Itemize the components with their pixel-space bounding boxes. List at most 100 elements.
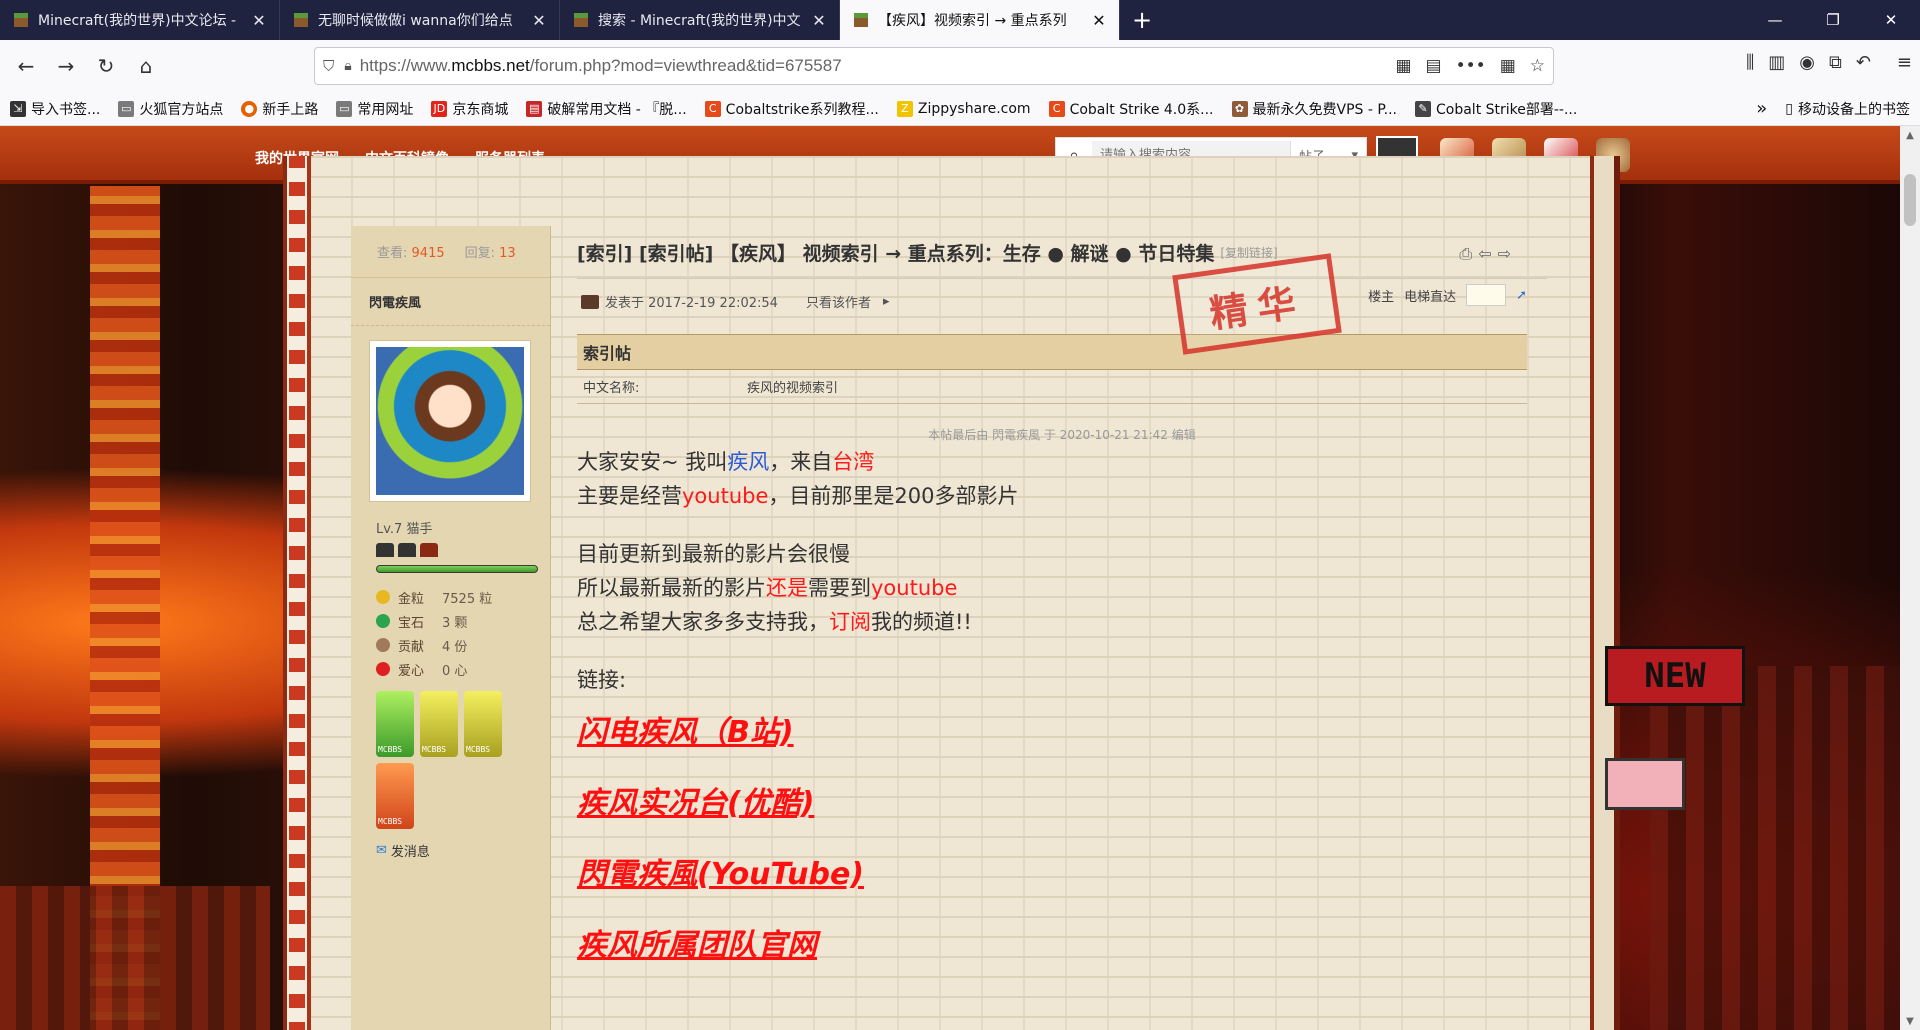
csdn-icon: C: [1048, 100, 1065, 117]
views-label: 查看:: [377, 246, 408, 261]
new-tab-button[interactable]: +: [1120, 0, 1164, 40]
jump-icon[interactable]: ➚: [1516, 288, 1527, 303]
thread-tools: ⎙ ⇦ ⇨: [1459, 244, 1511, 264]
author-column: 查看: 9415 回复: 13 閃電疾風 Lv.7 猫手 金粒 7525 粒 宝石…: [351, 226, 551, 1030]
jd-icon: JD: [431, 100, 448, 117]
medal-furnace-icon[interactable]: MCBBS: [376, 691, 414, 757]
undo-icon[interactable]: ↶: [1856, 52, 1871, 73]
shield-icon[interactable]: ⛉: [323, 57, 334, 75]
new-post-flag[interactable]: NEW: [1605, 646, 1745, 706]
url-bar[interactable]: ⛉ 🔒︎ https://www.mcbbs.net/forum.php?mod…: [314, 47, 1554, 85]
body-line: 目前更新到最新的影片会很慢: [577, 542, 850, 566]
floor-jump: 楼主 电梯直达 ➚: [1368, 284, 1527, 306]
bookmark-item[interactable]: ▭ 火狐官方站点: [118, 99, 223, 119]
elevator-label: 电梯直达: [1404, 289, 1457, 305]
minecraft-block-icon: [12, 11, 30, 29]
channel-link-youku[interactable]: 疾风实况台(优酷): [577, 768, 1547, 839]
print-icon[interactable]: ⎙: [1459, 244, 1472, 264]
floor-input[interactable]: [1466, 284, 1507, 306]
bookmark-item[interactable]: C Cobalt Strike 4.0系...: [1048, 99, 1214, 119]
close-icon[interactable]: ✕: [249, 11, 269, 30]
mobile-bookmarks[interactable]: ▯ 移动设备上的书签: [1785, 99, 1910, 119]
next-thread-icon[interactable]: ⇨: [1498, 244, 1511, 264]
qr-code-icon[interactable]: ▦: [1500, 56, 1516, 76]
author-avatar[interactable]: [369, 340, 531, 502]
author-only-link[interactable]: 只看该作者: [806, 292, 871, 311]
bookmark-item[interactable]: ✎ Cobalt Strike部署--...: [1415, 99, 1577, 119]
close-icon[interactable]: ✕: [809, 11, 829, 30]
medal-pickaxe-icon[interactable]: MCBBS: [420, 691, 458, 757]
back-icon[interactable]: ←: [6, 46, 46, 86]
page-scrollbar[interactable]: ▲ ▼: [1900, 126, 1920, 1030]
edit-notice: 本帖最后由 閃電疾風 于 2020-10-21 21:42 编辑: [928, 428, 1196, 442]
chevron-right-icon: ▸: [882, 294, 890, 309]
views-count: 9415: [411, 246, 445, 261]
body-line: 主要是经营youtube，目前那里是200多部影片: [577, 484, 1019, 508]
channel-link-youtube[interactable]: 閃電疾風(YouTube): [577, 839, 1547, 910]
tab-title: Minecraft(我的世界)中文论坛 -: [38, 13, 237, 29]
apple-icon: [376, 662, 390, 676]
scrollbar-thumb[interactable]: [1904, 174, 1916, 226]
feather-icon: ✎: [1415, 100, 1431, 117]
restore-icon[interactable]: ❐: [1804, 0, 1862, 40]
library-icon[interactable]: ⫼: [1746, 52, 1754, 73]
home-icon[interactable]: ⌂: [126, 46, 166, 86]
more-actions-icon[interactable]: •••: [1456, 56, 1486, 76]
index-infobox: 索引帖 中文名称: 疾风的视频索引: [577, 334, 1527, 404]
reader-view-icon[interactable]: ▤: [1426, 56, 1442, 76]
bookmark-item[interactable]: ✿ 最新永久免费VPS - P...: [1231, 99, 1397, 119]
close-icon[interactable]: ✕: [529, 11, 549, 30]
close-window-icon[interactable]: ✕: [1862, 0, 1920, 40]
bookmark-item[interactable]: ● 新手上路: [241, 99, 318, 119]
reload-icon[interactable]: ↻: [86, 46, 126, 86]
bookmark-star-icon[interactable]: ☆: [1530, 56, 1545, 76]
bookmark-item[interactable]: ▤ 破解常用文档 - 『脱...: [526, 99, 687, 119]
gold-nugget-icon: [376, 590, 390, 604]
body-line: 所以最新最新的影片还是需要到youtube: [577, 576, 958, 600]
bookmark-item[interactable]: C Cobaltstrike系列教程...: [704, 99, 879, 119]
helmet-icon: [398, 543, 416, 557]
bookmark-item[interactable]: JD 京东商城: [431, 99, 508, 119]
bookmark-item[interactable]: Z Zippyshare.com: [896, 100, 1031, 117]
bookmark-item[interactable]: ⇲ 导入书签...: [10, 99, 100, 119]
infobox-value: 疾风的视频索引: [747, 381, 839, 396]
forward-icon[interactable]: →: [46, 46, 86, 86]
bookmarks-overflow-icon[interactable]: »: [1756, 98, 1767, 119]
minecraft-block-icon: [852, 11, 870, 29]
firefox-icon: ●: [241, 100, 258, 117]
medal-music-icon[interactable]: MCBBS: [376, 763, 414, 829]
document-icon: ▤: [526, 100, 543, 117]
screenshot-icon[interactable]: ⧉: [1829, 52, 1842, 73]
xp-bar-fill: [377, 566, 537, 572]
tab-3[interactable]: 搜索 - Minecraft(我的世界)中文 ✕: [560, 0, 840, 40]
window-controls: — ❐ ✕: [1746, 0, 1920, 40]
menu-icon[interactable]: ≡: [1897, 52, 1912, 73]
folder-icon: ▭: [336, 100, 353, 117]
close-icon[interactable]: ✕: [1089, 11, 1109, 30]
author-level[interactable]: Lv.7 猫手: [376, 518, 550, 537]
tab-4-active[interactable]: 【疾风】视频索引 → 重点系列 ✕: [840, 0, 1120, 40]
scroll-up-icon[interactable]: ▲: [1900, 126, 1920, 144]
lock-icon[interactable]: 🔒︎: [344, 58, 351, 74]
minimize-icon[interactable]: —: [1746, 0, 1804, 40]
medal-pickaxe-icon[interactable]: MCBBS: [464, 691, 502, 757]
csdn-icon: C: [704, 100, 721, 117]
team-website-link[interactable]: 疾风所属团队官网: [577, 910, 1547, 981]
account-icon[interactable]: ◉: [1799, 52, 1815, 73]
tab-title: 无聊时候做做i wanna你们给点: [318, 13, 513, 29]
qr-code-icon[interactable]: ▦: [1395, 56, 1411, 76]
tab-2[interactable]: 无聊时候做做i wanna你们给点 ✕: [280, 0, 560, 40]
send-message-link[interactable]: ✉ 发消息: [376, 841, 550, 860]
flag-icon[interactable]: [1605, 758, 1685, 810]
tab-title: 搜索 - Minecraft(我的世界)中文: [598, 13, 801, 29]
copy-link[interactable]: [复制链接]: [1220, 244, 1277, 261]
scroll-down-icon[interactable]: ▼: [1900, 1012, 1920, 1030]
url-text[interactable]: https://www.mcbbs.net/forum.php?mod=view…: [360, 56, 842, 76]
tab-1[interactable]: Minecraft(我的世界)中文论坛 - ✕: [0, 0, 280, 40]
bookmark-item[interactable]: ▭ 常用网址: [336, 99, 413, 119]
nether-ground-right: [1650, 666, 1900, 1030]
sidebar-icon[interactable]: ▥: [1768, 52, 1785, 73]
author-name[interactable]: 閃電疾風: [351, 278, 550, 326]
channel-link-bilibili[interactable]: 闪电疾风（B站): [577, 697, 1547, 768]
prev-thread-icon[interactable]: ⇦: [1478, 244, 1491, 264]
